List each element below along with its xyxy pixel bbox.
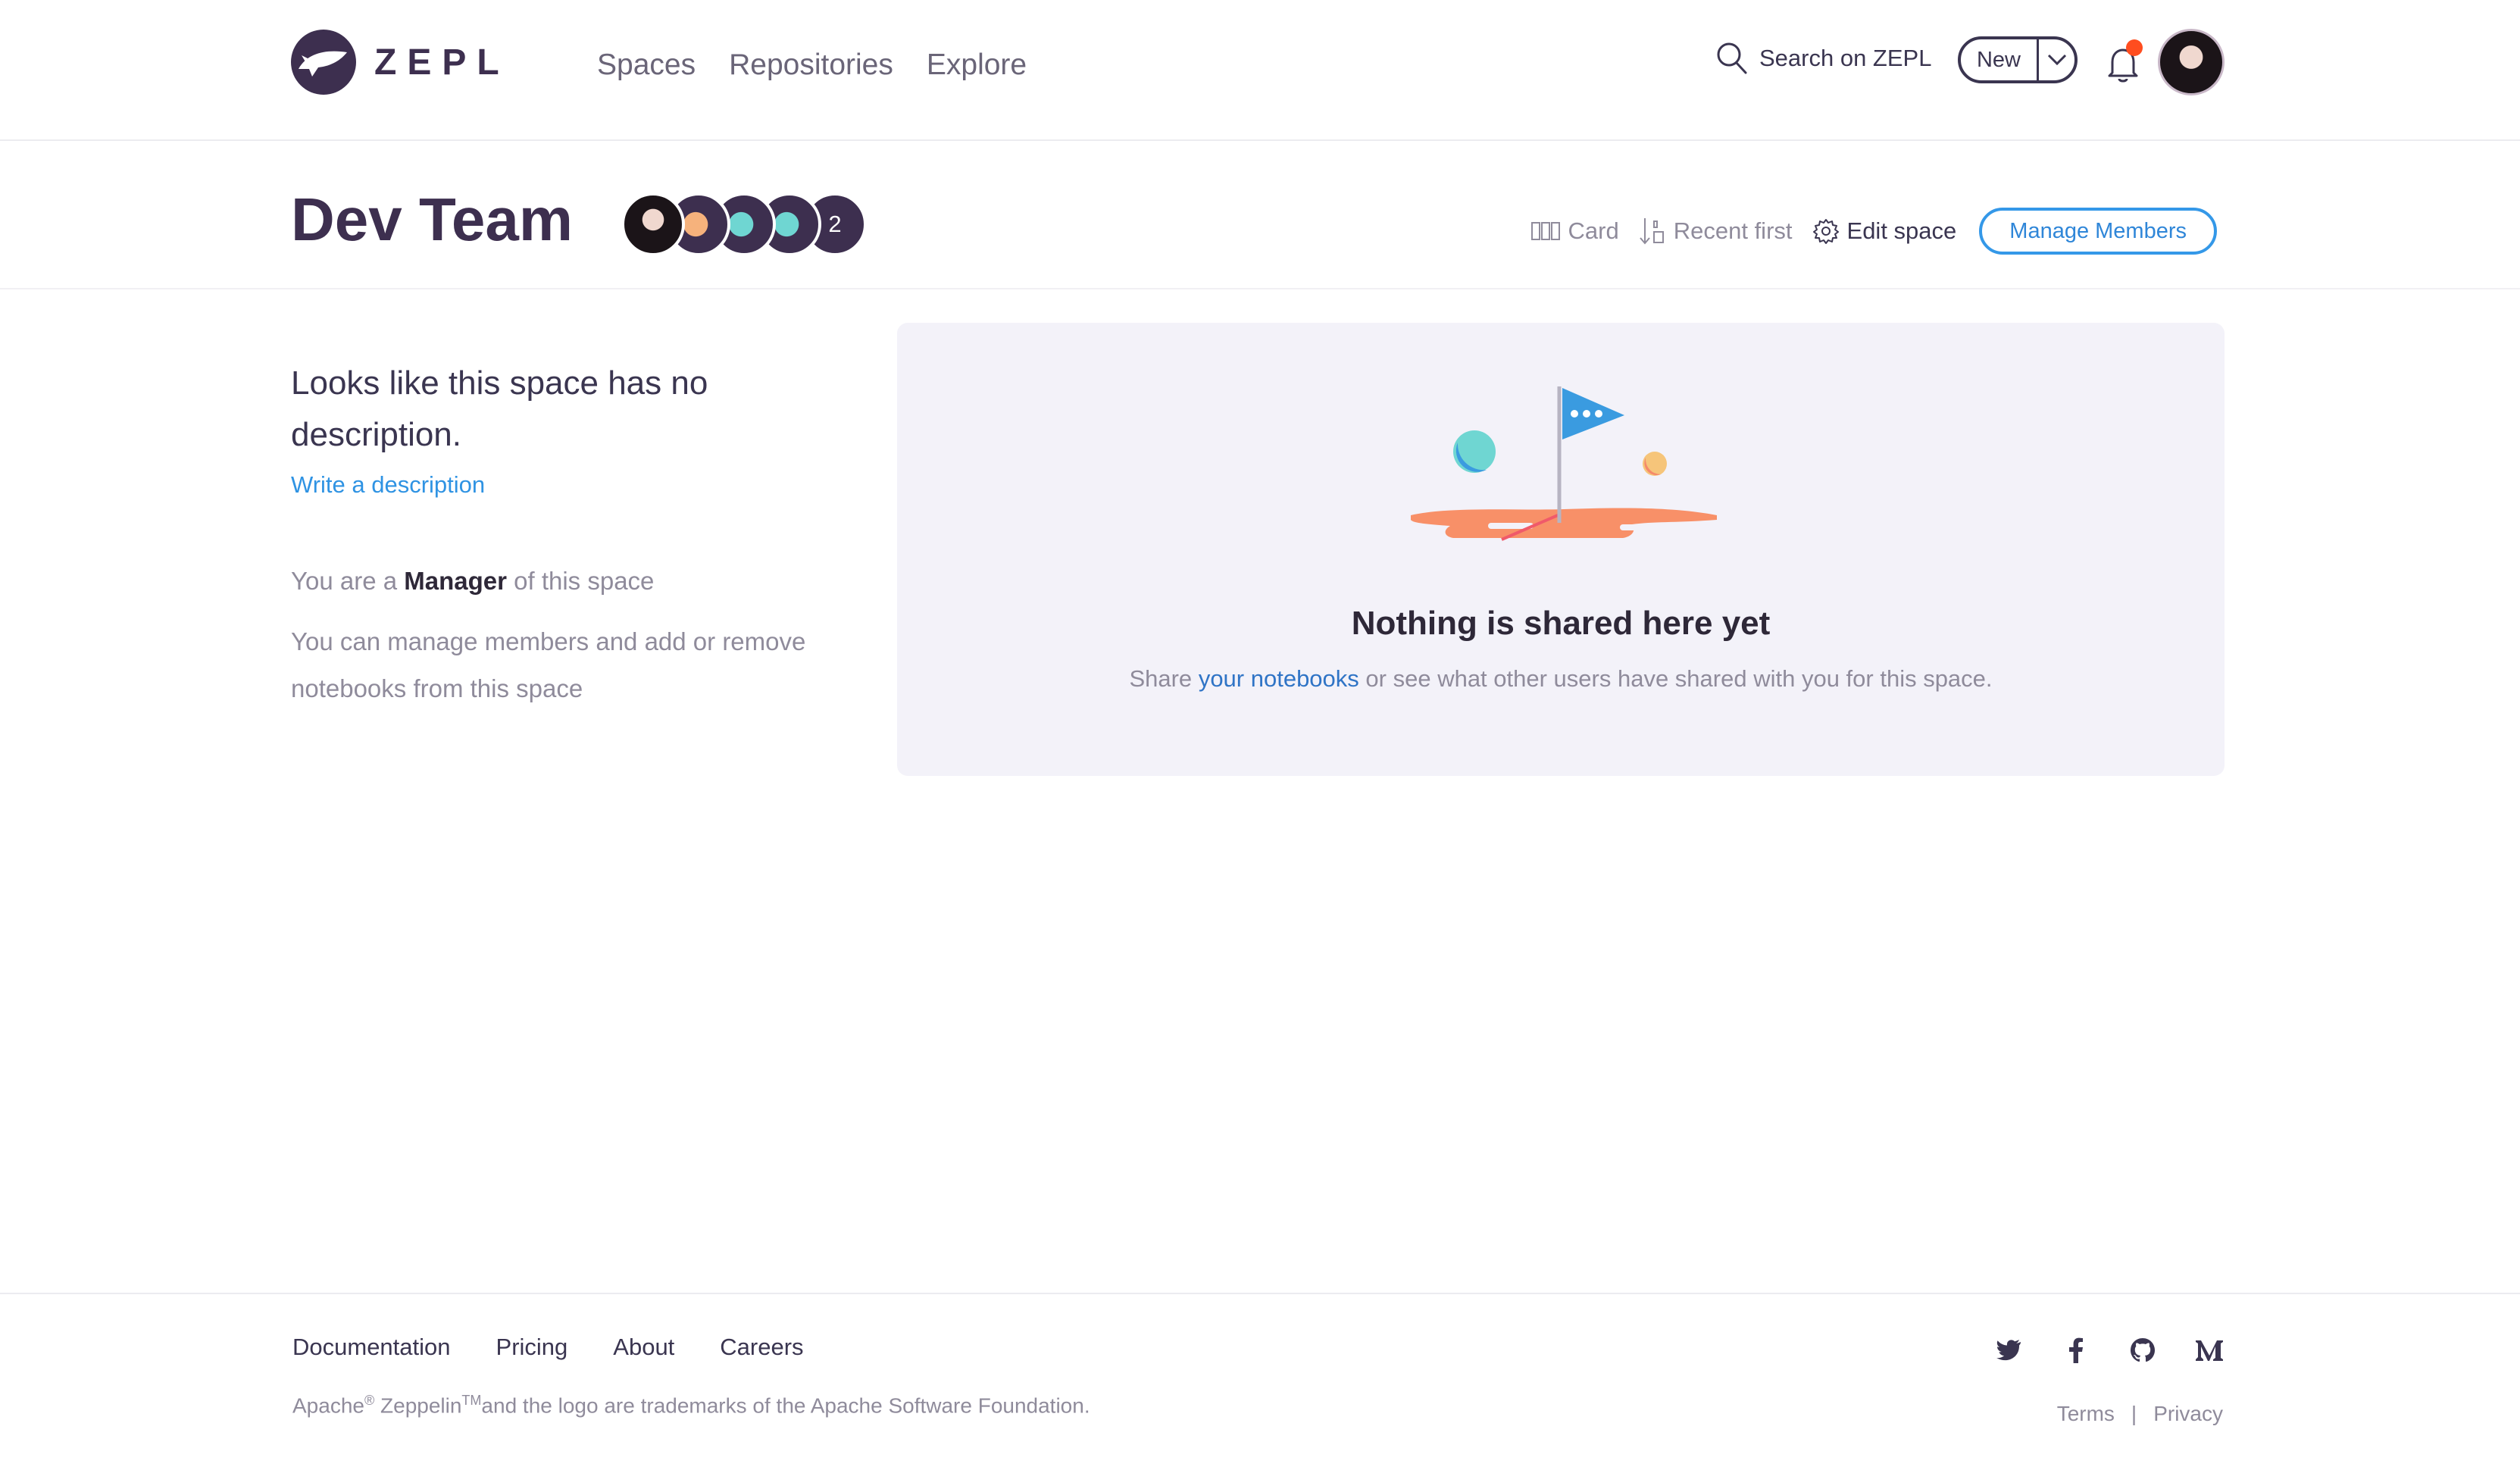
your-notebooks-link[interactable]: your notebooks <box>1199 665 1359 692</box>
notification-badge <box>2126 39 2143 56</box>
space-info: Looks like this space has no description… <box>291 358 836 712</box>
zeppelin-logo-icon <box>291 30 356 95</box>
empty-state-subtitle: Share your notebooks or see what other u… <box>897 665 2225 693</box>
role-prefix: You are a <box>291 567 398 595</box>
tm-registered: ® <box>364 1393 375 1408</box>
twitter-icon[interactable] <box>1994 1335 2024 1365</box>
medium-icon[interactable] <box>2194 1335 2225 1365</box>
space-toolbar: Card Recent first Edit space Manage Memb… <box>1530 208 2217 255</box>
no-description-text: Looks like this space has no description… <box>291 364 708 453</box>
legal-links: Terms | Privacy <box>2057 1402 2223 1426</box>
chevron-down-icon <box>2047 54 2066 66</box>
page-title: Dev Team <box>291 186 574 253</box>
role-name: Manager <box>404 567 507 595</box>
tm-trademark: TM <box>461 1393 482 1408</box>
sort-icon <box>1639 218 1664 245</box>
top-navigation-bar: ZEPL Spaces Repositories Explore Search … <box>0 0 2520 141</box>
privacy-link[interactable]: Privacy <box>2153 1402 2223 1426</box>
tm-rest: and the logo are trademarks of the Apach… <box>481 1393 1090 1418</box>
footer-link-documentation[interactable]: Documentation <box>292 1334 451 1361</box>
new-button-label: New <box>1976 47 2021 72</box>
search-button[interactable]: Search on ZEPL <box>1715 41 1931 76</box>
zepl-logo[interactable]: ZEPL <box>291 29 510 95</box>
social-links <box>1994 1335 2225 1365</box>
empty-sub-suffix: or see what other users have shared with… <box>1365 665 1993 692</box>
role-text: You are a Manager of this space <box>291 567 836 596</box>
footer-link-careers[interactable]: Careers <box>720 1334 803 1361</box>
search-label: Search on ZEPL <box>1759 45 1932 71</box>
empty-state-panel: Nothing is shared here yet Share your no… <box>897 323 2225 776</box>
notifications-button[interactable] <box>2106 39 2143 85</box>
empty-state-title: Nothing is shared here yet <box>1351 605 1771 642</box>
new-dropdown-toggle[interactable] <box>2039 54 2074 66</box>
legal-divider: | <box>2131 1402 2137 1425</box>
view-mode-label: Card <box>1568 217 1619 244</box>
facebook-icon[interactable] <box>2061 1335 2091 1365</box>
new-button[interactable]: New <box>1958 36 2078 83</box>
sort-label: Recent first <box>1673 217 1793 244</box>
terms-link[interactable]: Terms <box>2057 1402 2115 1426</box>
edit-space-label: Edit space <box>1846 217 1957 244</box>
empty-sub-prefix: Share <box>1129 665 1193 692</box>
user-avatar[interactable] <box>2158 29 2225 95</box>
view-mode-button[interactable]: Card <box>1530 217 1619 245</box>
space-header: Dev Team 2 Card Recent first Edit space … <box>0 142 2520 289</box>
nav-explore[interactable]: Explore <box>927 48 1027 82</box>
tm-apache: Apache <box>292 1393 364 1418</box>
search-icon <box>1717 42 1747 74</box>
nav-repositories[interactable]: Repositories <box>729 48 893 82</box>
sort-button[interactable]: Recent first <box>1639 217 1793 246</box>
role-description: You can manage members and add or remove… <box>291 627 806 702</box>
github-icon[interactable] <box>2128 1335 2158 1365</box>
main-nav: Spaces Repositories Explore <box>597 48 1027 82</box>
footer: Documentation Pricing About Careers Apac… <box>0 1293 2520 1470</box>
gear-icon <box>1812 219 1839 244</box>
write-description-link[interactable]: Write a description <box>291 471 836 499</box>
manage-members-button[interactable]: Manage Members <box>1979 208 2217 255</box>
footer-links: Documentation Pricing About Careers <box>292 1334 804 1361</box>
flag-planet-illustration-icon <box>1411 386 1717 541</box>
trademark-notice: Apache® ZeppelinTMand the logo are trade… <box>292 1393 1090 1418</box>
card-view-icon <box>1530 222 1560 240</box>
member-avatar[interactable] <box>621 192 685 256</box>
nav-spaces[interactable]: Spaces <box>597 48 696 82</box>
tm-zeppelin: Zeppelin <box>380 1393 462 1418</box>
brand-name: ZEPL <box>374 42 510 83</box>
edit-space-button[interactable]: Edit space <box>1812 217 1957 245</box>
footer-link-pricing[interactable]: Pricing <box>496 1334 568 1361</box>
footer-link-about[interactable]: About <box>613 1334 674 1361</box>
role-suffix: of this space <box>514 567 655 595</box>
